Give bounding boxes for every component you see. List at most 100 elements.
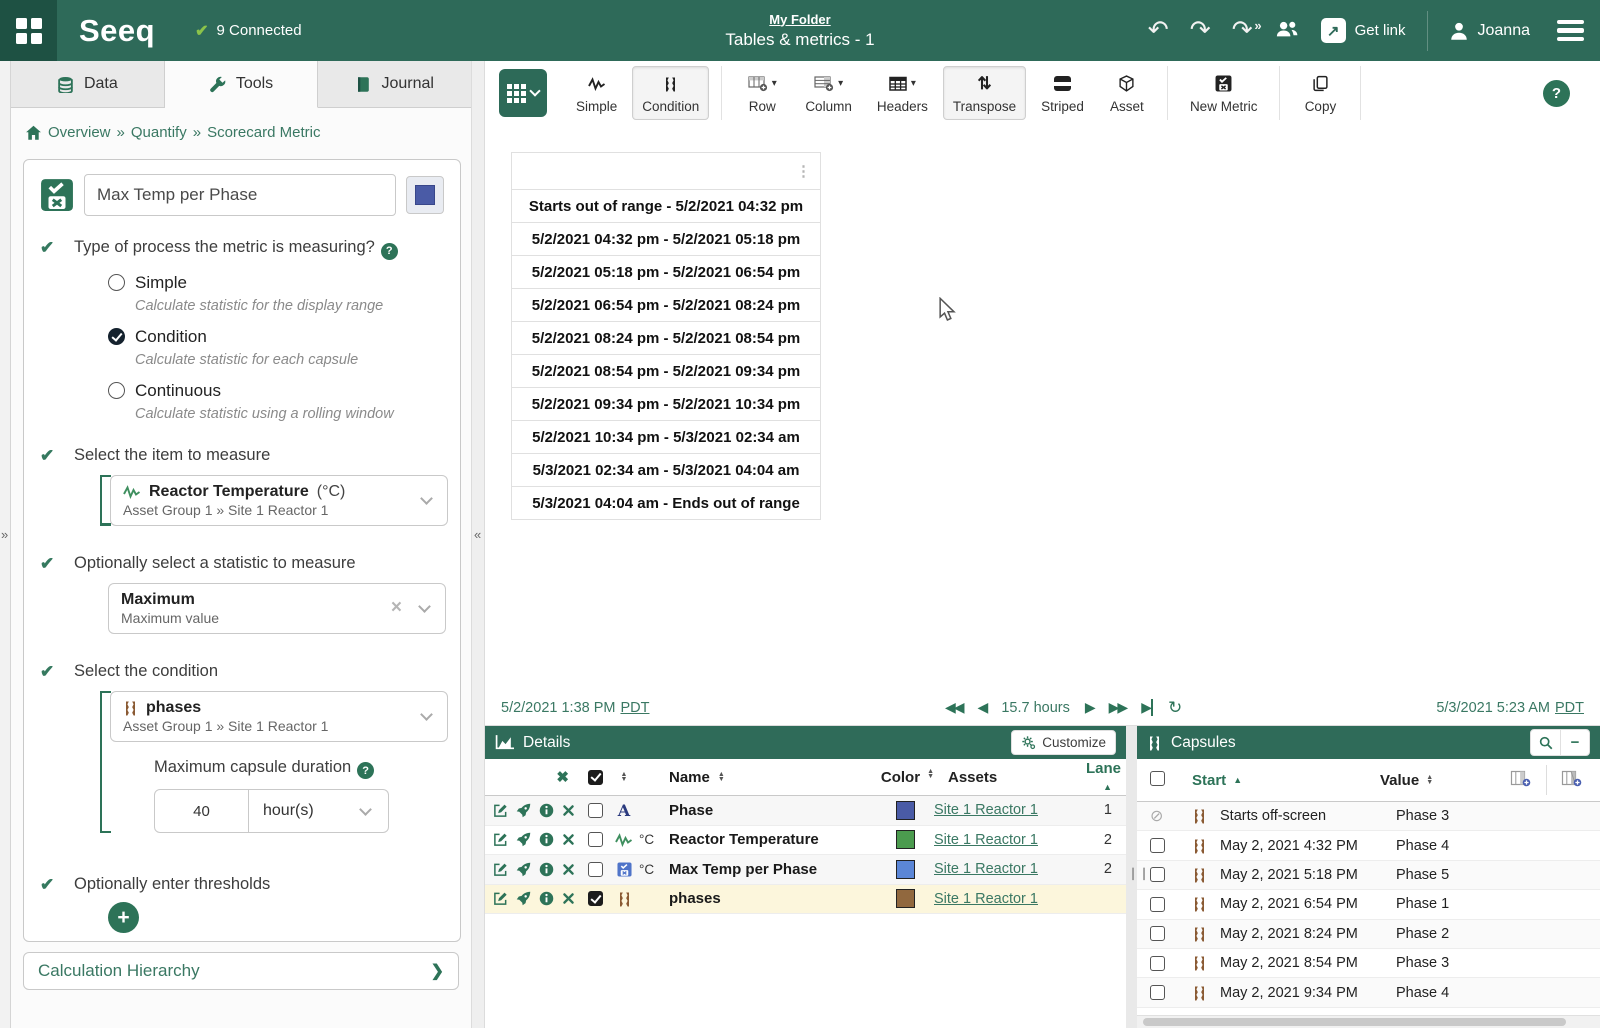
item-name[interactable]: Reactor Temperature [669,831,876,848]
capsule-duration-input[interactable] [154,789,249,833]
step-back-icon[interactable]: ◀ [978,699,987,716]
color-swatch[interactable] [896,889,915,908]
step-forward-icon[interactable]: ▶ [1085,699,1094,716]
item-checkbox[interactable] [588,862,603,877]
metric-table-cell[interactable]: 5/2/2021 08:24 pm - 5/2/2021 08:54 pm [512,322,821,355]
capsule-checkbox[interactable] [1150,838,1165,853]
tab-data[interactable]: Data [11,61,165,108]
range-end[interactable]: 5/3/2021 5:23 AMPDT [1436,700,1584,716]
range-duration[interactable]: 15.7 hours [1001,700,1070,716]
edit-item-button[interactable] [493,803,508,818]
customize-button[interactable]: Customize [1011,730,1116,755]
toolbar-button-transpose[interactable]: ⇅ Transpose [943,66,1026,120]
radio-unselected-icon[interactable] [108,274,125,291]
asset-link[interactable]: Site 1 Reactor 1 [934,832,1038,848]
asset-link[interactable]: Site 1 Reactor 1 [934,861,1038,877]
toolbar-button-condition[interactable]: Condition [632,66,709,120]
item-info-button[interactable] [539,832,554,847]
radio-option-condition[interactable]: Condition [108,327,398,347]
folder-breadcrumb-link[interactable]: My Folder [769,12,830,27]
timezone-link[interactable]: PDT [1555,700,1584,716]
col-color-label[interactable]: Color [881,769,920,786]
item-info-button[interactable] [539,891,554,906]
asset-link[interactable]: Site 1 Reactor 1 [934,802,1038,818]
sort-icon[interactable]: ▲▼ [927,769,934,786]
toolbar-button-new-metric[interactable]: New Metric [1180,66,1268,120]
toolbar-button-headers[interactable]: ▾ Headers [867,66,938,120]
toolbar-button-column[interactable]: ▾ Column [795,66,862,120]
worksheet-title[interactable]: Tables & metrics - 1 [725,30,874,50]
tab-journal[interactable]: Journal [318,61,471,108]
sort-icon[interactable]: ▲▼ [621,772,628,782]
item-name[interactable]: phases [669,890,876,907]
edit-item-button[interactable] [493,891,508,906]
calculation-hierarchy-bar[interactable]: Calculation Hierarchy ❯ [23,952,459,990]
clear-selection-icon[interactable]: × [391,597,402,619]
radio-unselected-icon[interactable] [108,382,125,399]
timezone-link[interactable]: PDT [620,700,649,716]
condition-dropdown[interactable]: phases Asset Group 1 » Site 1 Reactor 1 [110,691,448,742]
capsule-checkbox[interactable] [1150,985,1165,1000]
fast-forward-icon[interactable]: ↷» [1232,18,1253,43]
capsule-checkbox[interactable] [1150,926,1165,941]
col-start-label[interactable]: Start [1192,772,1226,789]
metric-table-cell[interactable]: 5/2/2021 06:54 pm - 5/2/2021 08:24 pm [512,289,821,322]
scrollbar-thumb[interactable] [1143,1018,1566,1026]
metric-table-cell[interactable]: 5/2/2021 05:18 pm - 5/2/2021 06:54 pm [512,256,821,289]
col-value-label[interactable]: Value [1380,772,1419,789]
step-forward-fast-icon[interactable]: ▶▶ [1109,699,1127,716]
sort-icon[interactable]: ▲▼ [718,772,725,782]
panel-resize-handle[interactable]: ❘❘ [1126,726,1137,1028]
send-to-trend-button[interactable] [516,803,531,818]
refresh-icon[interactable]: ↻ [1168,698,1182,718]
toolbar-button-copy[interactable]: Copy [1292,66,1348,120]
radio-option-simple[interactable]: Simple [108,273,398,293]
send-to-trend-button[interactable] [516,832,531,847]
range-start[interactable]: 5/2/2021 1:38 PMPDT [501,700,649,716]
sort-icon[interactable]: ▲▼ [1426,775,1433,785]
send-to-trend-button[interactable] [516,891,531,906]
breadcrumb-quantify[interactable]: Quantify [131,124,187,141]
sidebar-collapse-handle[interactable]: « [471,61,485,1028]
remove-all-icon[interactable]: ✖ [556,768,569,786]
edit-item-button[interactable] [493,832,508,847]
add-threshold-button[interactable]: + [108,902,139,933]
radio-option-continuous[interactable]: Continuous [108,381,398,401]
metric-table-cell[interactable]: 5/2/2021 08:54 pm - 5/2/2021 09:34 pm [512,355,821,388]
tab-tools[interactable]: Tools [165,61,319,108]
capsule-checkbox[interactable] [1150,897,1165,912]
step-back-fast-icon[interactable]: ◀◀ [945,699,963,716]
item-info-button[interactable] [539,862,554,877]
color-swatch[interactable] [896,860,915,879]
left-collapse-rail[interactable]: » [0,61,11,1028]
breadcrumb-overview[interactable]: Overview [48,124,111,141]
item-info-button[interactable] [539,803,554,818]
edit-item-button[interactable] [493,862,508,877]
statistic-dropdown[interactable]: Maximum Maximum value × [108,583,446,634]
duration-unit-dropdown[interactable]: hour(s) [249,789,389,833]
item-checkbox[interactable] [588,803,603,818]
metric-table-cell[interactable]: 5/2/2021 10:34 pm - 5/3/2021 02:34 am [512,421,821,454]
help-icon[interactable]: ? [1543,80,1570,107]
toolbar-button-simple[interactable]: Simple [566,66,627,120]
redo-icon[interactable]: ↷ [1190,18,1211,43]
horizontal-scrollbar[interactable] [1137,1015,1600,1028]
send-to-trend-button[interactable] [516,862,531,877]
metric-table-cell[interactable]: 5/2/2021 09:34 pm - 5/2/2021 10:34 pm [512,388,821,421]
users-icon[interactable] [1274,18,1300,43]
table-view-menu-button[interactable] [499,69,547,117]
select-all-checkbox[interactable] [588,770,603,785]
metric-table-cell[interactable]: 5/3/2021 02:34 am - 5/3/2021 04:04 am [512,454,821,487]
table-menu-icon[interactable]: ⋮ [796,162,811,180]
metric-table-cell[interactable]: 5/3/2021 04:04 am - Ends out of range [512,487,821,520]
help-icon[interactable]: ? [357,762,374,779]
metric-table-cell[interactable]: Starts out of range - 5/2/2021 04:32 pm [512,190,821,223]
get-link-button[interactable]: ↗ Get link [1321,18,1406,43]
user-menu[interactable]: Joanna [1449,21,1531,41]
col-lane-label[interactable]: Lane ▲ [1086,760,1126,794]
capsule-checkbox[interactable] [1150,867,1165,882]
toolbar-button-asset[interactable]: Asset [1099,66,1155,120]
col-assets-label[interactable]: Assets [948,769,997,786]
add-stat-column-icon[interactable] [1547,770,1597,791]
capsules-select-all-checkbox[interactable] [1150,771,1165,786]
